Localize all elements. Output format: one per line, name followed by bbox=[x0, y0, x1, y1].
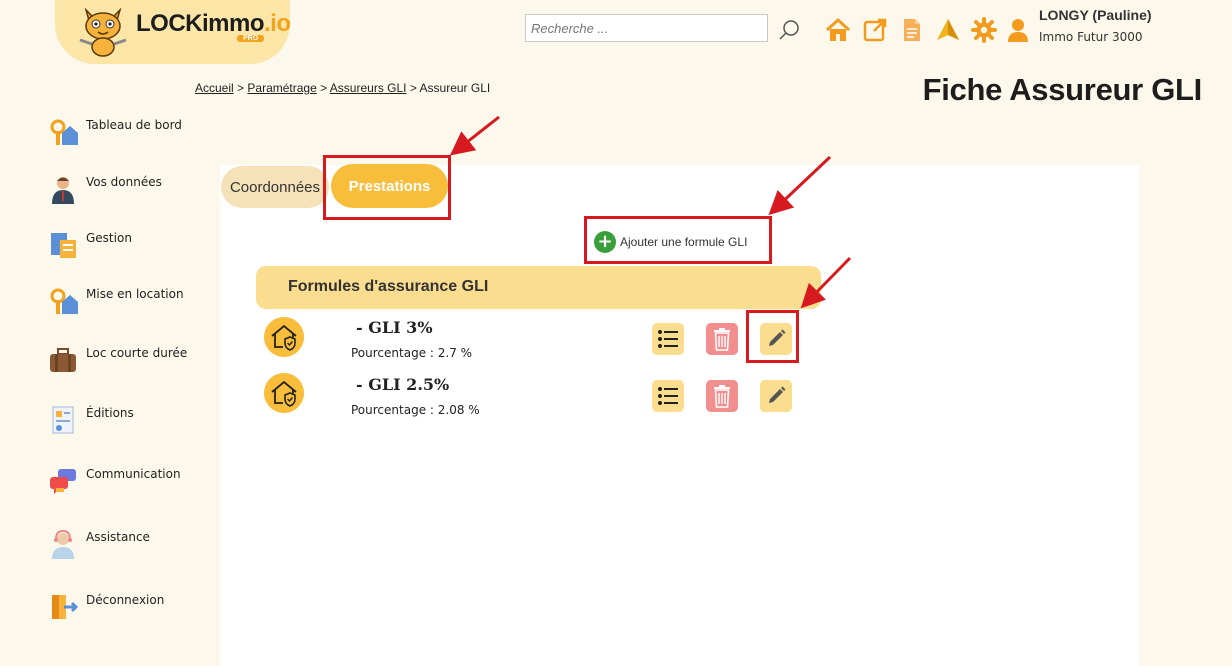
document-icon[interactable] bbox=[899, 17, 925, 43]
list-details-icon[interactable] bbox=[652, 323, 684, 355]
user-name[interactable]: LONGY (Pauline) bbox=[1039, 7, 1152, 23]
gear-icon[interactable] bbox=[971, 17, 997, 43]
sidebar-item-label: Communication bbox=[86, 467, 181, 481]
home-icon[interactable] bbox=[825, 17, 851, 43]
breadcrumb-link-parametrage[interactable]: Paramétrage bbox=[247, 81, 316, 95]
sidebar-item-label: Vos données bbox=[86, 175, 162, 189]
breadcrumb: Accueil > Paramétrage > Assureurs GLI > … bbox=[195, 81, 490, 95]
sidebar-item-label: Éditions bbox=[86, 406, 134, 420]
breadcrumb-link-assureurs-gli[interactable]: Assureurs GLI bbox=[330, 81, 407, 95]
sidebar-item-label: Déconnexion bbox=[86, 593, 165, 607]
trash-icon[interactable] bbox=[706, 380, 738, 412]
person-icon bbox=[52, 177, 74, 204]
sidebar-item-label: Assistance bbox=[86, 530, 150, 544]
user-icon[interactable] bbox=[1005, 17, 1031, 43]
formula-percentage: Pourcentage : 2.08 % bbox=[351, 403, 480, 417]
sidebar-item-label: Loc courte durée bbox=[86, 346, 188, 360]
suitcase-icon bbox=[50, 348, 76, 372]
breadcrumb-separator: > bbox=[237, 81, 245, 95]
trash-icon[interactable] bbox=[706, 323, 738, 355]
sidebar-item-vos-donnees[interactable]: Vos données bbox=[48, 174, 208, 206]
plus-icon: + bbox=[594, 231, 616, 253]
rental-key-house-icon bbox=[50, 288, 78, 314]
formula-name: - GLI 2.5% bbox=[356, 375, 450, 394]
breadcrumb-current: Assureur GLI bbox=[419, 81, 491, 95]
brand-pro-badge: PRO bbox=[237, 35, 265, 42]
formula-percentage: Pourcentage : 2.7 % bbox=[351, 346, 473, 360]
support-agent-icon bbox=[52, 529, 74, 559]
pencil-edit-icon[interactable] bbox=[760, 323, 792, 355]
sidebar-item-label: Mise en location bbox=[86, 287, 184, 301]
sidebar-item-tableau-de-bord[interactable]: Tableau de bord bbox=[48, 117, 208, 149]
formulas-list-header: Formules d'assurance GLI bbox=[256, 266, 821, 309]
report-icon bbox=[52, 406, 74, 434]
page-title: Fiche Assureur GLI bbox=[922, 72, 1203, 107]
breadcrumb-separator: > bbox=[320, 81, 328, 95]
search-icon[interactable] bbox=[778, 18, 802, 42]
user-company: Immo Futur 3000 bbox=[1039, 30, 1143, 44]
cat-mascot-logo bbox=[79, 7, 127, 57]
gestion-icon bbox=[51, 233, 76, 258]
pencil-edit-icon[interactable] bbox=[760, 380, 792, 412]
external-link-icon[interactable] bbox=[862, 17, 888, 43]
add-formula-button[interactable]: + Ajouter une formule GLI bbox=[594, 231, 747, 253]
breadcrumb-link-accueil[interactable]: Accueil bbox=[195, 81, 234, 95]
sidebar-item-label: Gestion bbox=[86, 231, 132, 245]
sidebar-item-gestion[interactable]: Gestion bbox=[48, 230, 208, 262]
sidebar-item-loc-courte-duree[interactable]: Loc courte durée bbox=[48, 345, 208, 377]
sidebar-item-assistance[interactable]: Assistance bbox=[48, 529, 208, 561]
send-icon[interactable] bbox=[935, 17, 961, 43]
sidebar-item-label: Tableau de bord bbox=[86, 118, 182, 132]
sidebar-item-communication[interactable]: Communication bbox=[48, 466, 208, 498]
house-shield-icon bbox=[264, 317, 304, 357]
chat-bubbles-icon bbox=[50, 469, 76, 494]
formula-name: - GLI 3% bbox=[356, 318, 433, 337]
sidebar-item-mise-en-location[interactable]: Mise en location bbox=[48, 286, 208, 318]
tab-coordonnees[interactable]: Coordonnées bbox=[221, 166, 329, 208]
formulas-list-title: Formules d'assurance GLI bbox=[288, 278, 489, 295]
add-formula-label: Ajouter une formule GLI bbox=[620, 235, 748, 249]
annotation-arrow-tab bbox=[449, 115, 500, 156]
breadcrumb-separator: > bbox=[409, 81, 417, 95]
sidebar-item-deconnexion[interactable]: Déconnexion bbox=[48, 592, 208, 624]
house-shield-icon bbox=[264, 373, 304, 413]
list-details-icon[interactable] bbox=[652, 380, 684, 412]
tab-prestations[interactable]: Prestations bbox=[331, 164, 448, 208]
logout-door-icon bbox=[52, 595, 78, 619]
brand-logo-text[interactable]: LOCKimmo.io bbox=[136, 10, 291, 38]
search-input[interactable] bbox=[525, 14, 768, 42]
dashboard-key-house-icon bbox=[50, 119, 78, 145]
sidebar-item-editions[interactable]: Éditions bbox=[48, 405, 208, 437]
